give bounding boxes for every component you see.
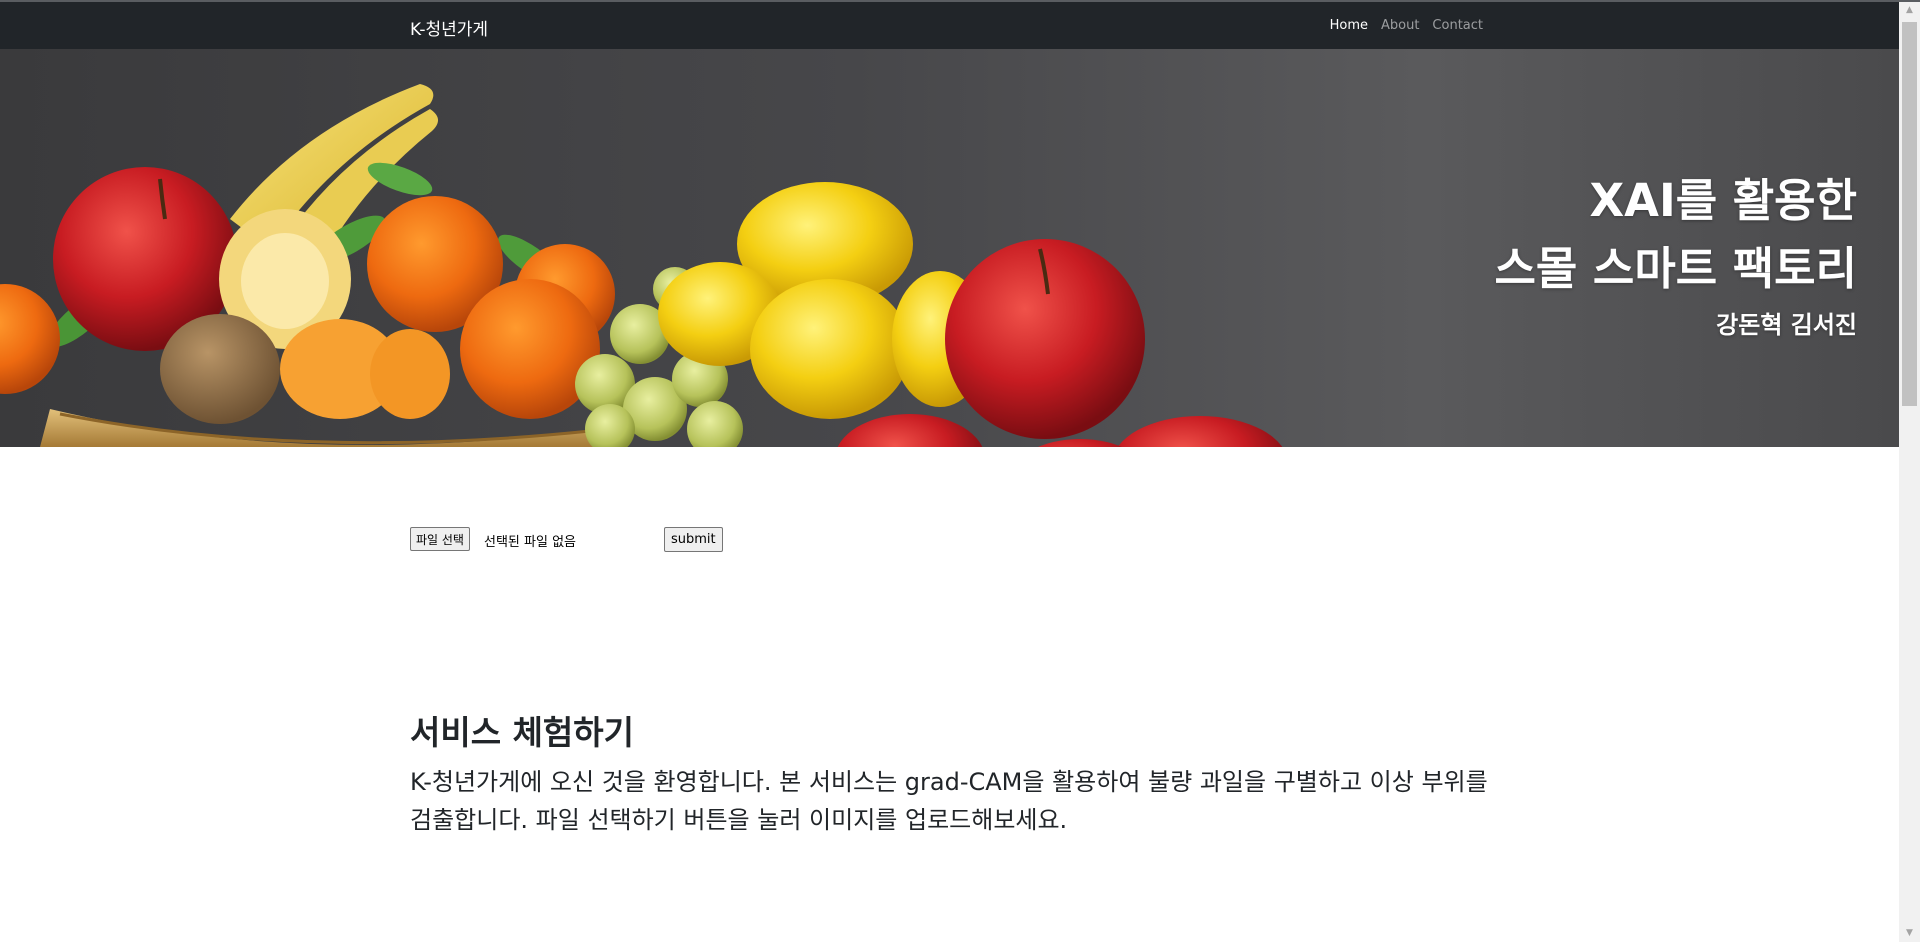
page-scrollbar[interactable]: ▲ ▼ — [1899, 2, 1920, 942]
hero-text: XAI를 활용한 스몰 스마트 팩토리 강돈혁 김서진 — [1494, 167, 1857, 341]
hero-banner: XAI를 활용한 스몰 스마트 팩토리 강돈혁 김서진 — [0, 49, 1899, 447]
hero-title-line-1: XAI를 활용한 — [1589, 174, 1857, 227]
scroll-down-arrow-icon[interactable]: ▼ — [1899, 925, 1920, 942]
scroll-thumb[interactable] — [1902, 22, 1917, 406]
nav-link-about[interactable]: About — [1381, 18, 1419, 33]
service-section: 서비스 체험하기 K-청년가게에 오신 것을 환영합니다. 본 서비스는 gra… — [410, 709, 1500, 839]
file-select-button[interactable]: 파일 선택 — [410, 527, 470, 551]
nav-link-home[interactable]: Home — [1330, 18, 1368, 33]
hero-fruit-image — [0, 84, 1283, 447]
navbar: K-청년가게 Home About Contact — [0, 2, 1899, 49]
service-heading: 서비스 체험하기 — [410, 713, 635, 752]
file-status-text: 선택된 파일 없음 — [484, 535, 576, 550]
submit-button[interactable]: submit — [664, 527, 723, 552]
scroll-up-arrow-icon[interactable]: ▲ — [1899, 2, 1920, 19]
navbar-brand[interactable]: K-청년가게 — [410, 15, 488, 40]
nav-links: Home About Contact — [1330, 18, 1483, 33]
hero-title-line-2: 스몰 스마트 팩토리 — [1494, 242, 1857, 295]
nav-link-contact[interactable]: Contact — [1432, 18, 1483, 33]
service-description: K-청년가게에 오신 것을 환영합니다. 본 서비스는 grad-CAM을 활용… — [410, 768, 1488, 834]
hero-title: XAI를 활용한 스몰 스마트 팩토리 — [1494, 167, 1857, 303]
hero-authors: 강돈혁 김서진 — [1716, 311, 1857, 339]
